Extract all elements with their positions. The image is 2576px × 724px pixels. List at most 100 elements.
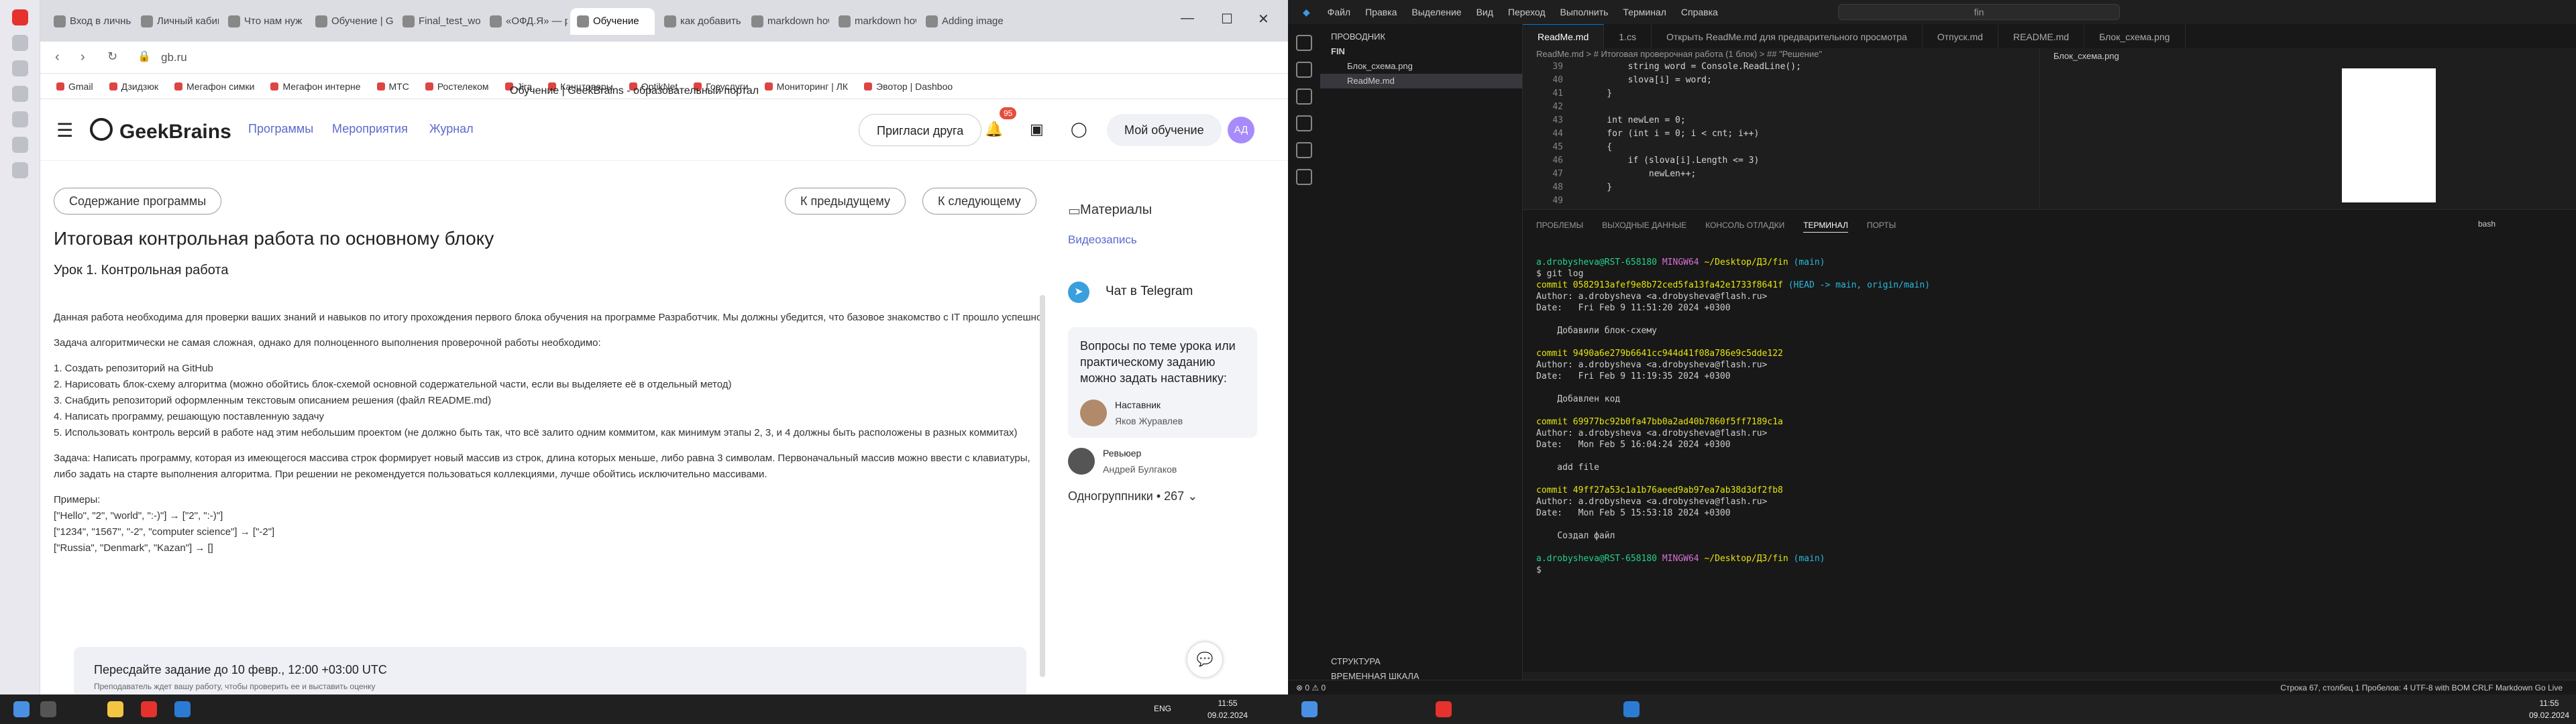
- bookmark-item[interactable]: Мониторинг | ЛК: [765, 74, 848, 99]
- input-language[interactable]: ENG: [1154, 703, 1171, 715]
- browser-tab[interactable]: «ОФД.Я» — р: [483, 8, 568, 35]
- menu-item[interactable]: Переход: [1508, 7, 1546, 17]
- scrollbar[interactable]: [1040, 295, 1045, 677]
- browser-tab[interactable]: Final_test_wor: [396, 8, 480, 35]
- editor-tab[interactable]: Открыть ReadMe.md для предварительного п…: [1652, 25, 1923, 49]
- explorer-app-icon[interactable]: [107, 701, 123, 717]
- start-icon[interactable]: [13, 701, 30, 717]
- code-editor[interactable]: 39 string word = Console.ReadLine(); 40 s…: [1523, 60, 2080, 208]
- opera-app-icon[interactable]: [141, 701, 157, 717]
- explorer-icon[interactable]: [1296, 35, 1312, 51]
- clock[interactable]: 11:55 09.02.2024: [1208, 697, 1248, 721]
- music-icon[interactable]: [11, 137, 28, 153]
- remote-icon[interactable]: [1296, 169, 1312, 185]
- bookmark-item[interactable]: Мегафон интерне: [270, 74, 360, 99]
- panel-tab[interactable]: ПРОБЛЕМЫ: [1536, 221, 1583, 230]
- calendar-icon[interactable]: ▣: [1030, 121, 1044, 138]
- browser-tab[interactable]: Вход в личный: [47, 8, 131, 35]
- editor-tab[interactable]: 1.cs: [1604, 25, 1652, 49]
- nav-programs[interactable]: Программы: [248, 122, 313, 136]
- avatar[interactable]: АД: [1228, 117, 1254, 143]
- menu-item[interactable]: Терминал: [1623, 7, 1666, 17]
- panel-tab[interactable]: КОНСОЛЬ ОТЛАДКИ: [1705, 221, 1784, 230]
- groupmates-toggle[interactable]: Одногруппники • 267 ⌄: [1068, 489, 1197, 503]
- menu-item[interactable]: Файл: [1328, 7, 1350, 17]
- menu-item[interactable]: Выделение: [1411, 7, 1461, 17]
- browser-tab[interactable]: Что нам нуж: [221, 8, 306, 35]
- menu-icon[interactable]: ☰: [56, 119, 73, 141]
- bookmark-item[interactable]: МТС: [377, 74, 409, 99]
- nav-journal[interactable]: Журнал: [429, 122, 474, 136]
- remote-status-icon[interactable]: ⊗ 0 ⚠ 0: [1296, 680, 1326, 695]
- editor-tab[interactable]: Отпуск.md: [1923, 25, 1998, 49]
- back-icon[interactable]: ‹: [55, 50, 60, 65]
- shell-label[interactable]: bash: [2478, 219, 2496, 229]
- panel-tab[interactable]: ТЕРМИНАЛ: [1803, 221, 1848, 233]
- reload-icon[interactable]: ↻: [107, 50, 117, 64]
- search-icon[interactable]: [40, 701, 56, 717]
- commit-date: Date: Mon Feb 5 16:04:24 2024 +0300: [1536, 440, 1731, 450]
- menu-item[interactable]: Выполнить: [1560, 7, 1609, 17]
- file-item[interactable]: ReadMe.md: [1320, 74, 1522, 88]
- file-item[interactable]: Блок_схема.png: [1320, 59, 1522, 74]
- terminal-output[interactable]: a.drobysheva@RST-658180 MINGW64 ~/Deskto…: [1536, 257, 2542, 576]
- search-icon[interactable]: [1296, 62, 1312, 78]
- vscode-app-icon[interactable]: [174, 701, 191, 717]
- command-search[interactable]: fin: [1838, 4, 2120, 20]
- run-debug-icon[interactable]: [1296, 115, 1312, 131]
- messenger-icon[interactable]: [11, 111, 28, 127]
- editor-tab[interactable]: ReadMe.md: [1523, 24, 1605, 49]
- menu-item[interactable]: Вид: [1477, 7, 1493, 17]
- menu-item[interactable]: Правка: [1365, 7, 1397, 17]
- extensions-icon[interactable]: [1296, 142, 1312, 158]
- panel-tab[interactable]: ПОРТЫ: [1867, 221, 1896, 230]
- bookmark-item[interactable]: Gmail: [56, 74, 93, 99]
- telegram-chat-link[interactable]: Чат в Telegram: [1106, 284, 1193, 299]
- status-right[interactable]: Строка 67, столбец 1 Пробелов: 4 UTF-8 w…: [2280, 680, 2563, 695]
- bell-icon[interactable]: 🔔: [985, 121, 1003, 138]
- url-field[interactable]: gb.ru: [161, 47, 899, 68]
- history-icon[interactable]: [11, 60, 28, 76]
- forward-icon[interactable]: ›: [80, 50, 85, 65]
- prev-lesson-button[interactable]: К предыдущему: [785, 188, 906, 215]
- clock-2[interactable]: 11:55 09.02.2024: [2529, 697, 2569, 721]
- browser-tab[interactable]: Личный кабин: [134, 8, 219, 35]
- outline-section[interactable]: СТРУКТУРА: [1320, 654, 1381, 669]
- prompt-line: a.drobysheva@RST-658180 MINGW64 ~/Deskto…: [1536, 257, 2542, 268]
- bookmark-item[interactable]: Мегафон симки: [174, 74, 255, 99]
- settings-icon[interactable]: [11, 162, 28, 178]
- program-contents-button[interactable]: Содержание программы: [54, 188, 222, 215]
- chat-icon[interactable]: ◯: [1071, 121, 1087, 138]
- browser-tab[interactable]: Обучение | Ge: [309, 8, 393, 35]
- browser-tab[interactable]: markdown how: [745, 8, 829, 35]
- nav-events[interactable]: Мероприятия: [332, 122, 408, 136]
- next-lesson-button[interactable]: К следующему: [922, 188, 1036, 215]
- home-icon[interactable]: [11, 35, 28, 51]
- chat-bubble-button[interactable]: 💬: [1187, 642, 1222, 677]
- video-link[interactable]: Видеозапись: [1068, 233, 1137, 247]
- site-logo[interactable]: GeekBrains: [90, 118, 231, 143]
- menu-item[interactable]: Справка: [1681, 7, 1718, 17]
- panel-tab[interactable]: ВЫХОДНЫЕ ДАННЫЕ: [1602, 221, 1686, 230]
- source-control-icon[interactable]: [1296, 88, 1312, 105]
- folder-fin[interactable]: FIN: [1320, 44, 1522, 59]
- editor-tab[interactable]: README.md: [1998, 25, 2085, 49]
- editor-tab[interactable]: Блок_схема.png: [2084, 25, 2186, 49]
- opera-app-icon-2[interactable]: [1436, 701, 1452, 717]
- maximize-icon[interactable]: ☐: [1221, 11, 1233, 27]
- minimize-icon[interactable]: —: [1181, 11, 1194, 26]
- browser-tab[interactable]: Adding image: [919, 8, 1004, 35]
- opera-logo-icon[interactable]: [11, 9, 28, 25]
- my-learning-button[interactable]: Мой обучение: [1107, 114, 1222, 146]
- bookmarks-icon[interactable]: [11, 86, 28, 102]
- browser-tab[interactable]: markdown how: [832, 8, 916, 35]
- invite-friend-button[interactable]: Пригласи друга: [859, 114, 982, 146]
- browser-tab[interactable]: как добавить: [657, 8, 742, 35]
- bookmark-item[interactable]: Ростелеком: [425, 74, 489, 99]
- browser-tab[interactable]: Обучение: [570, 8, 655, 35]
- bookmark-item[interactable]: Дзидзюк: [109, 74, 158, 99]
- close-window-icon[interactable]: ✕: [1258, 11, 1269, 27]
- vscode-app-icon-2[interactable]: [1623, 701, 1640, 717]
- bookmark-item[interactable]: Эвотор | Dashboo: [864, 74, 953, 99]
- start-icon-2[interactable]: [1301, 701, 1318, 717]
